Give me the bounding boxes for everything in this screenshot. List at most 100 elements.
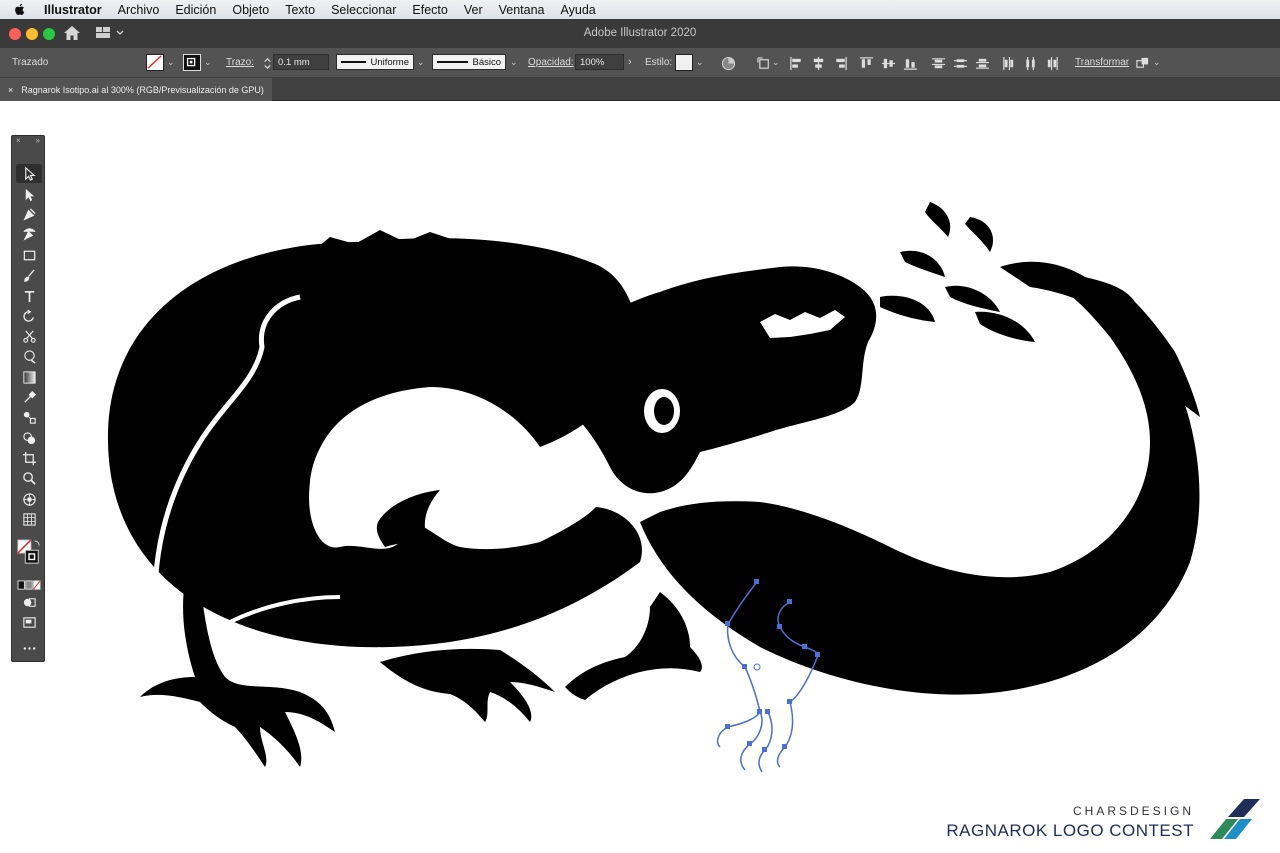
brand-logo-icon [1210,799,1260,839]
fill-swatch[interactable] [146,54,164,71]
gradient-tool[interactable] [16,368,42,387]
window-minimize-button[interactable] [26,28,38,40]
brush-label: Básico [472,56,501,68]
profile-line-preview [341,61,367,63]
selection-tool[interactable] [16,164,42,183]
fire-breath-2 [965,217,994,252]
dragon-eye-pupil [654,397,674,425]
rectangle-tool[interactable] [16,246,42,265]
opacity-expand-icon[interactable]: › [628,56,632,68]
distribute-bottom-icon[interactable] [974,55,990,71]
brush-chevron-icon[interactable]: ⌄ [510,57,518,68]
drawing-mode-icon[interactable] [16,593,42,612]
profile-chevron-icon[interactable]: ⌄ [417,57,425,68]
distribute-right-icon[interactable] [1044,55,1060,71]
curvature-tool[interactable] [16,225,42,244]
fire-breath-1 [925,202,951,237]
isolate-selected-icon[interactable] [1134,55,1150,71]
more-tools-icon[interactable] [16,639,42,658]
fill-stroke-widget[interactable] [16,536,42,570]
menu-efecto[interactable]: Efecto [412,3,447,17]
tools-panel-collapse-icon[interactable]: » [36,136,40,146]
home-icon[interactable] [63,25,81,41]
brand-watermark: CHARSDESIGN RAGNAROK LOGO CONTEST [946,804,1194,841]
menu-app[interactable]: Illustrator [44,3,102,17]
style-label: Estilo: [645,57,673,68]
macos-menubar: Illustrator Archivo Edición Objeto Texto… [0,0,1280,19]
apple-icon[interactable] [14,3,26,16]
dragon-artwork[interactable] [0,102,1280,853]
fill-dropdown-chevron-icon[interactable]: ⌄ [167,57,175,68]
brand-top-text: CHARSDESIGN [1072,804,1194,818]
symbol-sprayer-tool[interactable] [16,490,42,509]
tools-panel: × » [11,135,45,662]
stroke-dropdown-chevron-icon[interactable]: ⌄ [204,57,212,68]
rotate-tool[interactable] [16,307,42,326]
brush-definition-select[interactable]: Básico [432,54,506,70]
fire-breath-3 [900,250,945,277]
menu-ver[interactable]: Ver [464,3,483,17]
direct-selection-tool[interactable] [16,185,42,204]
scissors-tool[interactable] [16,327,42,346]
screen-mode-icon[interactable] [16,613,42,632]
tools-panel-close-icon[interactable]: × [16,136,21,146]
control-bar: Trazado ⌄ ⌄ Trazo: Uniforme ⌄ Básico ⌄ O… [0,48,1280,78]
shape-builder-tool[interactable] [16,429,42,448]
close-tab-icon[interactable]: × [8,85,13,95]
zoom-tool[interactable] [16,469,42,488]
menu-archivo[interactable]: Archivo [118,3,160,17]
distribute-horizontal-center-icon[interactable] [1022,55,1038,71]
distribute-top-icon[interactable] [930,55,946,71]
pen-tool[interactable] [16,205,42,224]
window-maximize-button[interactable] [43,28,55,40]
stroke-weight-input[interactable] [273,54,329,70]
align-top-icon[interactable] [858,55,874,71]
brush-line-preview [437,61,469,63]
align-right-icon[interactable] [832,55,848,71]
graph-tool[interactable] [16,510,42,529]
align-horizontal-center-icon[interactable] [810,55,826,71]
workspace-switcher-icon[interactable] [96,26,126,40]
menu-ayuda[interactable]: Ayuda [561,3,596,17]
opacity-input[interactable] [575,54,624,70]
menu-seleccionar[interactable]: Seleccionar [331,3,396,17]
opacity-label[interactable]: Opacidad: [528,57,574,68]
blend-tool[interactable] [16,408,42,427]
menu-objeto[interactable]: Objeto [232,3,269,17]
menu-edicion[interactable]: Edición [175,3,216,17]
recolor-artwork-icon[interactable] [720,55,736,71]
window-title: Adobe Illustrator 2020 [583,27,697,39]
graphic-style-swatch[interactable] [675,54,693,71]
dragon-front-right-leg [565,592,702,700]
type-tool[interactable] [16,287,42,306]
paintbrush-tool[interactable] [16,266,42,285]
menu-ventana[interactable]: Ventana [499,3,545,17]
transform-link[interactable]: Transformar [1075,57,1129,68]
profile-label: Uniforme [370,56,409,68]
document-tab-bar: × Ragnarok Isotipo.ai al 300% (RGB/Previ… [0,78,1280,101]
artboard-canvas[interactable]: CHARSDESIGN RAGNAROK LOGO CONTEST [0,102,1280,853]
window-close-button[interactable] [9,28,21,40]
eyedropper-tool[interactable] [16,388,42,407]
distribute-left-icon[interactable] [1000,55,1016,71]
align-bottom-icon[interactable] [902,55,918,71]
document-tab-title: Ragnarok Isotipo.ai al 300% (RGB/Previsu… [21,84,264,95]
align-left-icon[interactable] [788,55,804,71]
window-titlebar: Adobe Illustrator 2020 [0,19,1280,48]
stroke-swatch[interactable] [183,54,201,71]
stroke-label[interactable]: Trazo: [226,57,254,68]
document-tab[interactable]: × Ragnarok Isotipo.ai al 300% (RGB/Previ… [0,78,272,101]
align-vertical-center-icon[interactable] [880,55,896,71]
menu-texto[interactable]: Texto [285,3,315,17]
align-to-chevron-icon[interactable]: ⌄ [772,57,780,68]
fire-breath-5 [880,295,935,322]
panel-menu-chevron-icon[interactable]: ⌄ [1153,57,1161,68]
style-chevron-icon[interactable]: ⌄ [696,57,704,68]
artboard-tool[interactable] [16,449,42,468]
variable-width-profile-select[interactable]: Uniforme [336,54,414,70]
warp-tool[interactable] [16,347,42,366]
distribute-vertical-center-icon[interactable] [952,55,968,71]
align-to-icon[interactable] [756,55,772,71]
tools-panel-header: × » [12,136,44,146]
selection-type-label: Trazado [12,57,49,68]
